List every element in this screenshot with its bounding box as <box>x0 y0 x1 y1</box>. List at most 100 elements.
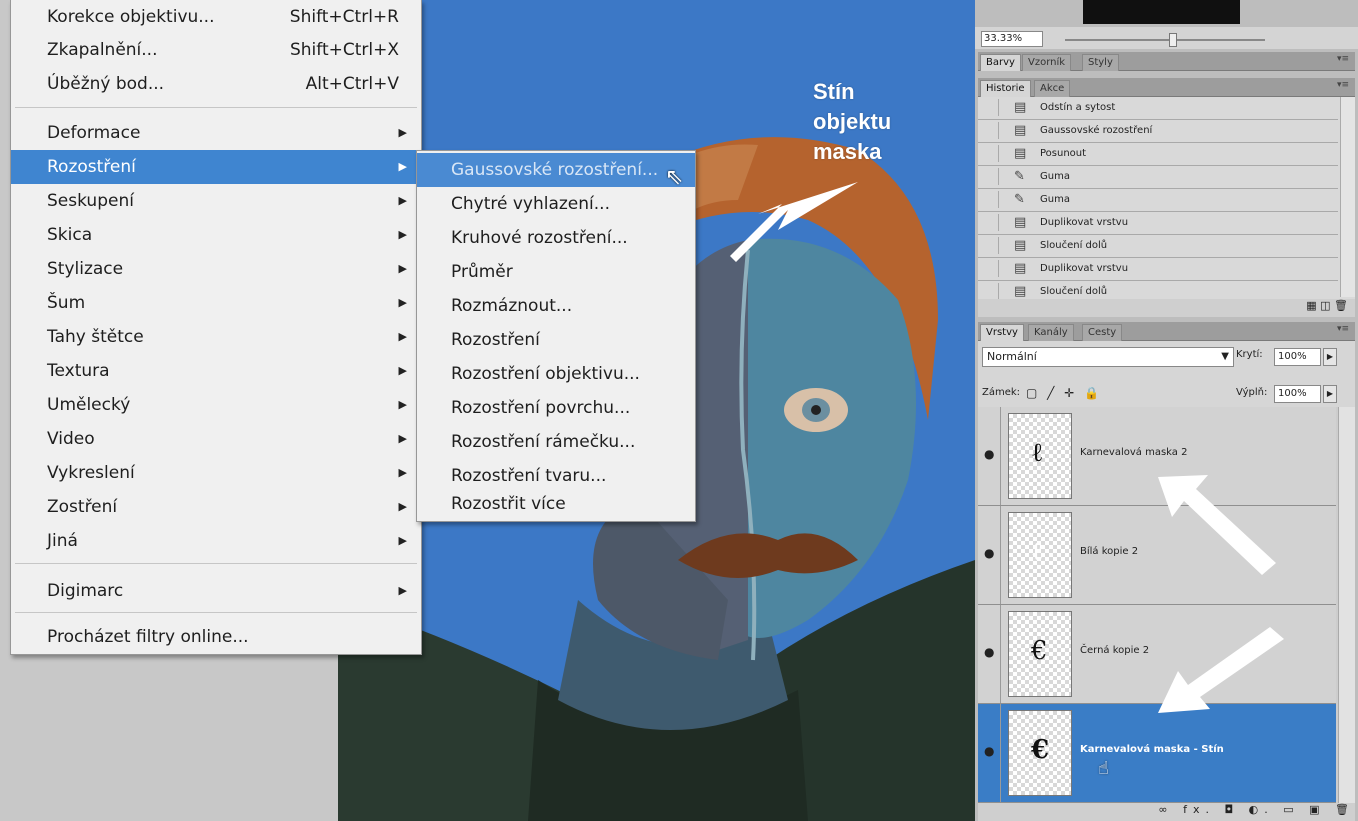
menu-item-label: Umělecký <box>47 395 131 415</box>
menu-item-sketch[interactable]: Skica ▶ <box>11 218 421 252</box>
submenu-arrow-icon: ▶ <box>398 160 407 173</box>
history-state[interactable]: ✎ Guma <box>978 166 1338 189</box>
zoom-slider[interactable] <box>1065 39 1265 41</box>
tab-actions[interactable]: Akce <box>1034 80 1071 97</box>
visibility-eye-icon[interactable]: ● <box>984 546 998 560</box>
mouse-pointer-icon: ⇖ <box>665 165 684 190</box>
submenu-item-gaussian-blur[interactable]: Gaussovské rozostření... <box>417 153 695 187</box>
history-state[interactable]: ▤ Duplikovat vrstvu <box>978 258 1338 281</box>
menu-item-label: Průměr <box>451 262 513 282</box>
menu-item-sharpen[interactable]: Zostření ▶ <box>11 490 421 524</box>
menu-item-label: Korekce objektivu... <box>47 7 215 27</box>
submenu-item-average[interactable]: Průměr <box>417 255 695 289</box>
zoom-slider-handle[interactable] <box>1169 33 1177 47</box>
hand-pointer-icon: ☝ <box>1098 758 1109 779</box>
mask-shape-icon: ℓ <box>1031 537 1044 567</box>
layer-thumbnail: € <box>1008 611 1072 697</box>
menu-separator <box>15 107 417 108</box>
menu-item-artistic[interactable]: Umělecký ▶ <box>11 388 421 422</box>
submenu-arrow-icon: ▶ <box>398 534 407 547</box>
layers-scrollbar[interactable] <box>1338 407 1355 803</box>
tab-channels[interactable]: Kanály <box>1028 324 1074 341</box>
history-step-icon: ▤ <box>1014 123 1027 138</box>
history-snapshot-box <box>982 260 999 277</box>
menu-item-label: Textura <box>47 361 110 381</box>
fill-arrow-icon[interactable]: ▶ <box>1323 385 1337 403</box>
tab-swatches[interactable]: Vzorník <box>1022 54 1072 71</box>
layer-row-selected[interactable]: ● € Karnevalová maska - Stín ☝ <box>978 704 1336 803</box>
visibility-eye-icon[interactable]: ● <box>984 744 998 758</box>
menu-item-label: Kruhové rozostření... <box>451 228 628 248</box>
panel-menu-icon[interactable]: ▾≡ <box>1337 54 1349 64</box>
tab-styles[interactable]: Styly <box>1082 54 1119 71</box>
menu-item-distort[interactable]: Deformace ▶ <box>11 116 421 150</box>
panel-menu-icon[interactable]: ▾≡ <box>1337 80 1349 90</box>
tab-paths[interactable]: Cesty <box>1082 324 1123 341</box>
menu-item-browse-filters-online[interactable]: Procházet filtry online... <box>11 620 421 654</box>
tab-colors[interactable]: Barvy <box>980 54 1021 71</box>
menu-item-label: Gaussovské rozostření... <box>451 160 659 180</box>
layers-footer-icons[interactable]: ∞ fx. ◘ ◐. ▭ ▣ 🗑 <box>1158 803 1355 816</box>
menu-item-label: Seskupení <box>47 191 134 211</box>
layers-controls: Normální ▼ Krytí: 100% ▶ Zámek: ▢ ╱ ✛ 🔒 … <box>978 341 1355 407</box>
opacity-label: Krytí: <box>1236 349 1263 360</box>
menu-item-vanishing-point[interactable]: Úběžný bod... Alt+Ctrl+V <box>11 67 421 101</box>
zoom-input[interactable]: 33.33% <box>981 31 1043 47</box>
color-tabbar: Barvy Vzorník Styly ▾≡ <box>978 52 1355 71</box>
visibility-eye-icon[interactable]: ● <box>984 645 998 659</box>
opacity-input[interactable]: 100% <box>1274 348 1321 366</box>
menu-item-label: Rozostřit více <box>451 494 566 514</box>
history-tabbar: Historie Akce ▾≡ <box>978 78 1355 97</box>
tab-layers[interactable]: Vrstvy <box>980 324 1024 341</box>
menu-item-brush-strokes[interactable]: Tahy štětce ▶ <box>11 320 421 354</box>
submenu-item-smart-blur[interactable]: Chytré vyhlazení... <box>417 187 695 221</box>
history-state[interactable]: ▤ Gaussovské rozostření <box>978 120 1338 143</box>
annotation-line-3: maska <box>813 139 882 164</box>
menu-item-render[interactable]: Vykreslení ▶ <box>11 456 421 490</box>
submenu-item-lens-blur[interactable]: Rozostření objektivu... <box>417 357 695 391</box>
document-canvas[interactable]: Stín objektu maska Korekce objektivu... … <box>0 0 975 821</box>
menu-item-liquify[interactable]: Zkapalnění... Shift+Ctrl+X <box>11 33 421 67</box>
annotation-line-2: objektu <box>813 109 892 134</box>
blend-mode-select[interactable]: Normální ▼ <box>982 347 1234 367</box>
fill-input[interactable]: 100% <box>1274 385 1321 403</box>
menu-item-noise[interactable]: Šum ▶ <box>11 286 421 320</box>
tab-history[interactable]: Historie <box>980 80 1031 97</box>
menu-item-other[interactable]: Jiná ▶ <box>11 524 421 558</box>
opacity-arrow-icon[interactable]: ▶ <box>1323 348 1337 366</box>
menu-item-stylize[interactable]: Stylizace ▶ <box>11 252 421 286</box>
menu-item-video[interactable]: Video ▶ <box>11 422 421 456</box>
history-state[interactable]: ▤ Posunout <box>978 143 1338 166</box>
history-state[interactable]: ▤ Duplikovat vrstvu <box>978 212 1338 235</box>
submenu-item-blur[interactable]: Rozostření <box>417 323 695 357</box>
menu-item-label: Deformace <box>47 123 141 143</box>
menu-item-texture[interactable]: Textura ▶ <box>11 354 421 388</box>
menu-item-pixelate[interactable]: Seskupení ▶ <box>11 184 421 218</box>
submenu-item-radial-blur[interactable]: Kruhové rozostření... <box>417 221 695 255</box>
submenu-item-surface-blur[interactable]: Rozostření povrchu... <box>417 391 695 425</box>
history-scrollbar[interactable] <box>1340 97 1355 297</box>
navigator-thumbnail[interactable] <box>1083 0 1240 24</box>
submenu-item-motion-blur[interactable]: Rozmáznout... <box>417 289 695 323</box>
layer-name: Karnevalová maska - Stín <box>1080 744 1224 755</box>
history-state[interactable]: ▤ Sloučení dolů <box>978 235 1338 258</box>
menu-item-label: Rozostření <box>451 330 540 350</box>
layer-name: Karnevalová maska 2 <box>1080 447 1188 458</box>
history-state[interactable]: ▤ Odstín a sytost <box>978 97 1338 120</box>
menu-item-digimarc[interactable]: Digimarc ▶ <box>11 574 421 608</box>
menu-item-lens-correction[interactable]: Korekce objektivu... Shift+Ctrl+R <box>11 0 421 34</box>
history-footer-icons[interactable]: ▦ ◫ 🗑 <box>1306 299 1355 312</box>
submenu-arrow-icon: ▶ <box>398 364 407 377</box>
layers-tabbar: Vrstvy Kanály Cesty ▾≡ <box>978 322 1355 341</box>
submenu-item-box-blur[interactable]: Rozostření rámečku... <box>417 425 695 459</box>
menu-item-label: Šum <box>47 293 86 313</box>
submenu-item-blur-more[interactable]: Rozostřit více <box>417 487 695 521</box>
history-state[interactable]: ✎ Guma <box>978 189 1338 212</box>
lock-icons[interactable]: ▢ ╱ ✛ 🔒 <box>1026 386 1102 400</box>
menu-item-blur[interactable]: Rozostření ▶ <box>11 150 421 184</box>
menu-item-label: Jiná <box>47 531 78 551</box>
submenu-arrow-icon: ▶ <box>398 194 407 207</box>
panel-menu-icon[interactable]: ▾≡ <box>1337 324 1349 334</box>
visibility-eye-icon[interactable]: ● <box>984 447 998 461</box>
annotation-arrow-icon <box>1158 475 1276 575</box>
